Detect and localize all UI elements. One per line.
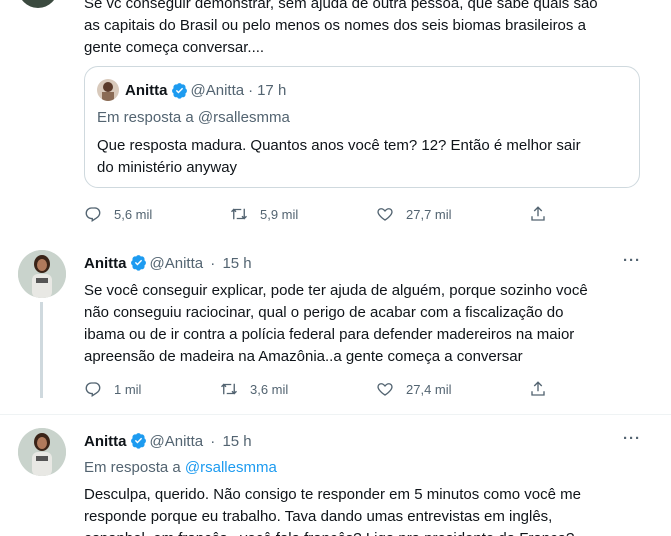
tweet-text-line: Desculpa, querido. Não consigo te respon… — [84, 486, 581, 503]
timestamp[interactable]: 17 h — [257, 82, 286, 99]
heart-icon — [377, 208, 393, 221]
share-icon — [531, 206, 545, 221]
reply-count: 5,6 mil — [114, 206, 153, 222]
like-button[interactable]: 27,7 mil — [376, 205, 452, 223]
reply-to-link[interactable]: @rsallesmma — [185, 459, 277, 476]
quote-text-line: do ministério anyway — [97, 159, 238, 176]
share-icon — [531, 381, 545, 396]
tweet-text-line: responde porque eu trabalho. Tava dando … — [84, 508, 553, 525]
author-name[interactable]: Anitta — [84, 255, 127, 272]
quote-text: Que resposta madura. Quantos anos você t… — [97, 135, 627, 179]
tweet-header: Anitta @Anitta · 15 h — [84, 254, 252, 274]
separator-dot: · — [210, 255, 216, 272]
retweet-icon — [231, 208, 247, 220]
reply-button[interactable]: 5,6 mil — [84, 205, 152, 223]
tweet-text-line: ibama ou de ir contra a polícia federal … — [84, 326, 575, 343]
retweet-count: 5,9 mil — [260, 206, 299, 222]
tweet-text: Se você conseguir explicar, pode ter aju… — [84, 280, 654, 368]
tweet-text: Desculpa, querido. Não consigo te respon… — [84, 484, 654, 536]
reply-button[interactable]: 1 mil — [84, 380, 141, 398]
reply-count: 1 mil — [114, 381, 142, 397]
verified-badge-icon — [130, 255, 146, 271]
author-name[interactable]: Anitta — [125, 82, 168, 99]
thread-line — [40, 302, 43, 398]
retweet-count: 3,6 mil — [250, 381, 289, 397]
tweet-text: Se vc conseguir demonstrar, sem ajuda de… — [84, 0, 654, 59]
like-count: 27,7 mil — [406, 206, 452, 222]
retweet-button[interactable]: 5,9 mil — [230, 205, 298, 223]
retweet-button[interactable]: 3,6 mil — [220, 380, 288, 398]
avatar[interactable] — [18, 250, 66, 298]
avatar[interactable] — [18, 0, 58, 8]
separator-dot: · — [210, 433, 216, 450]
more-options-button[interactable]: ··· — [623, 430, 641, 447]
like-count: 27,4 mil — [406, 381, 452, 397]
heart-icon — [377, 383, 393, 396]
tweet-text-line: Se vc conseguir demonstrar, sem ajuda de… — [84, 0, 598, 12]
author-name[interactable]: Anitta — [84, 433, 127, 450]
tweet-text-line: espanhol, em francês...você fala francês… — [84, 528, 654, 536]
quote-text-line: Que resposta madura. Quantos anos você t… — [97, 137, 581, 154]
verified-badge-icon — [130, 433, 146, 449]
reply-prefix: Em resposta a — [97, 109, 194, 126]
like-button[interactable]: 27,4 mil — [376, 380, 452, 398]
share-button[interactable] — [529, 205, 559, 223]
author-handle[interactable]: @Anitta — [150, 255, 204, 272]
separator-dot: · — [248, 81, 254, 99]
more-options-button[interactable]: ··· — [623, 252, 641, 269]
avatar[interactable] — [97, 79, 119, 101]
tweet-text-line: gente começa conversar.... — [84, 39, 265, 56]
reply-context: Em resposta a @rsallesmma — [84, 457, 277, 479]
author-handle[interactable]: @Anitta — [191, 82, 245, 99]
tweet-text-line: Se você conseguir explicar, pode ter aju… — [84, 282, 588, 299]
reply-context: Em resposta a @rsallesmma — [97, 107, 627, 129]
tweet-text-line: as capitais do Brasil ou pelo menos os n… — [84, 17, 586, 34]
quote-tweet-card[interactable]: Anitta @Anitta · 17 h Em resposta a @rsa… — [84, 66, 640, 188]
tweet-text-line: não conseguiu raciocinar, qual o perigo … — [84, 304, 564, 321]
share-button[interactable] — [529, 380, 559, 398]
timestamp[interactable]: 15 h — [222, 433, 251, 450]
quote-header: Anitta @Anitta · 17 h — [97, 79, 627, 101]
reply-prefix: Em resposta a — [84, 459, 181, 476]
reply-to-handle: @rsallesmma — [197, 109, 290, 126]
tweet-text-line: apreensão de madeira na Amazônia..a gent… — [84, 348, 523, 365]
tweet-header: Anitta @Anitta · 15 h — [84, 432, 252, 452]
divider — [0, 414, 671, 415]
retweet-icon — [221, 383, 237, 395]
verified-badge-icon — [171, 82, 187, 99]
reply-icon — [85, 382, 101, 397]
author-handle[interactable]: @Anitta — [150, 433, 204, 450]
reply-icon — [85, 207, 101, 222]
timestamp[interactable]: 15 h — [222, 255, 251, 272]
avatar[interactable] — [18, 428, 66, 476]
